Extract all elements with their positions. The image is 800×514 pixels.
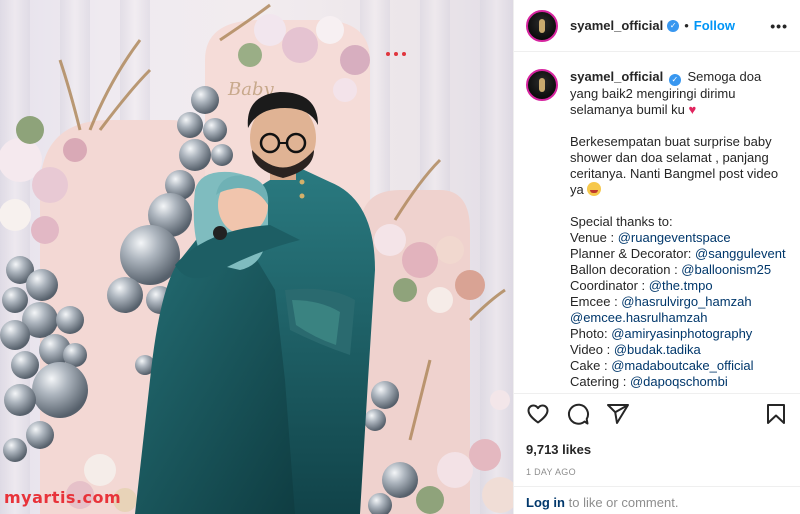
post-photo-illustration: Baby	[0, 0, 513, 514]
caption-verified-badge-icon: ✓	[668, 74, 681, 86]
credit-line: Cake : @madaboutcake_official	[570, 358, 788, 374]
post-header: syamel_official ✓ • Follow •••	[514, 0, 800, 52]
caption-paragraph-2: Berkesempatan buat surprise baby shower …	[570, 134, 779, 197]
thanks-title: Special thanks to:	[570, 214, 673, 229]
action-icon-row	[526, 394, 788, 434]
credit-handle-link[interactable]: @balloonism25	[681, 262, 771, 277]
caption-area[interactable]: syamel_official ✓ Semoga doa yang baik2 …	[514, 53, 800, 392]
credit-line: Venue : @ruangeventspace	[570, 230, 788, 246]
credit-label: Video :	[570, 342, 614, 357]
credit-line: Emcee : @hasrulvirgo_hamzah	[570, 294, 788, 310]
credit-line: Catering : @dapoqschombi	[570, 374, 788, 390]
credit-line: Ballon decoration : @balloonism25	[570, 262, 788, 278]
credit-handle-link[interactable]: @amiryasinphotography	[611, 326, 752, 341]
credit-handle-link[interactable]: @emcee.hasrulhamzah	[570, 310, 707, 325]
more-options-button[interactable]: •••	[770, 18, 788, 34]
credit-handle-link[interactable]: @dapoqschombi	[630, 374, 728, 389]
red-heart-emoji-icon: ♥	[688, 102, 697, 117]
share-icon[interactable]	[606, 402, 630, 426]
caption-avatar[interactable]	[526, 69, 558, 101]
credit-handle-link[interactable]: @sanggulevent	[695, 246, 786, 261]
verified-badge-icon: ✓	[667, 19, 680, 32]
bookmark-icon[interactable]	[764, 402, 788, 426]
comment-icon[interactable]	[566, 402, 590, 426]
action-bar: 9,713 likes 1 DAY AGO	[514, 393, 800, 477]
credit-label: Ballon decoration :	[570, 262, 682, 277]
header-username[interactable]: syamel_official	[570, 18, 663, 33]
credit-label: Cake :	[570, 358, 612, 373]
credit-handle-link[interactable]: @hasrulvirgo_hamzah	[621, 294, 751, 309]
credit-label: Photo:	[570, 326, 612, 341]
header-separator: •	[684, 18, 689, 33]
credit-label: Planner & Decorator:	[570, 246, 696, 261]
caption-row: syamel_official ✓ Semoga doa yang baik2 …	[526, 69, 788, 390]
credit-handle-link[interactable]: @the.tmpo	[649, 278, 713, 293]
like-count[interactable]: 9,713 likes	[526, 442, 788, 457]
login-link[interactable]: Log in	[526, 495, 565, 510]
credit-label: Catering :	[570, 374, 630, 389]
post-timestamp[interactable]: 1 DAY AGO	[526, 467, 788, 477]
credit-line: Coordinator : @the.tmpo	[570, 278, 788, 294]
login-prompt-text: to like or comment.	[565, 495, 679, 510]
credit-label: Venue :	[570, 230, 618, 245]
credit-line: Video : @budak.tadika	[570, 342, 788, 358]
credits-list: Venue : @ruangeventspace Planner & Decora…	[570, 230, 788, 390]
carousel-indicator-dots	[386, 52, 406, 56]
credit-line: @emcee.hasrulhamzah	[570, 310, 788, 326]
caption-username[interactable]: syamel_official	[570, 69, 663, 84]
credit-handle-link[interactable]: @ruangeventspace	[618, 230, 731, 245]
watermark-text: myartis.com	[4, 488, 122, 507]
credit-handle-link[interactable]: @budak.tadika	[614, 342, 701, 357]
credit-line: Photo: @amiryasinphotography	[570, 326, 788, 342]
heart-icon[interactable]	[526, 402, 550, 426]
credit-label: Emcee :	[570, 294, 622, 309]
login-prompt: Log in to like or comment.	[514, 486, 800, 514]
credit-handle-link[interactable]: @madaboutcake_official	[611, 358, 753, 373]
post-photo[interactable]: Baby myartis.com	[0, 0, 513, 514]
credit-line: Planner & Decorator: @sanggulevent	[570, 246, 788, 262]
blushing-emoji-icon	[587, 182, 602, 196]
caption-text: syamel_official ✓ Semoga doa yang baik2 …	[570, 69, 788, 390]
avatar[interactable]	[526, 9, 558, 42]
credit-label: Coordinator :	[570, 278, 649, 293]
follow-button[interactable]: Follow	[694, 18, 735, 33]
post-side-panel: syamel_official ✓ • Follow ••• syamel_of…	[513, 0, 800, 514]
